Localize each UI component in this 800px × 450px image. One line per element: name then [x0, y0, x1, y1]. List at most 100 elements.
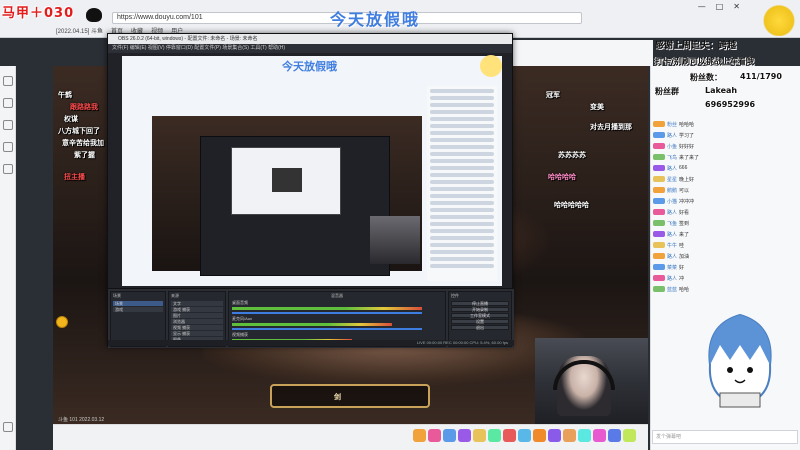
source-item[interactable]: 显示 捕获 [171, 331, 223, 336]
chat-message: 路人冲 [653, 274, 684, 282]
chat-username[interactable]: 路人 [667, 165, 677, 172]
video-info: 斗鱼 101 2022.03.12 [58, 417, 105, 423]
audio-mixer-dock: 混音器 桌面音频 麦克风/Aux 视频捕获 [228, 291, 446, 347]
mixer-channel-label: 视频捕获 [232, 332, 248, 337]
minimize-button[interactable]: — [698, 2, 706, 11]
obs-titlebar[interactable]: OBS 26.0.2 (64-bit, windows) - 配置文件: 未命名… [108, 34, 512, 44]
nested-chat-line [430, 194, 494, 198]
follow-icon[interactable] [3, 120, 13, 130]
chat-username[interactable]: 路人 [667, 209, 677, 216]
mascot-icon [480, 55, 502, 77]
chat-username[interactable]: 路人 [667, 275, 677, 282]
gift-icon[interactable] [443, 429, 456, 442]
chat-input[interactable]: 发个弹幕吧 [652, 430, 798, 444]
gift-icon[interactable] [413, 429, 426, 442]
obs-window[interactable]: OBS 26.0.2 (64-bit, windows) - 配置文件: 未命名… [107, 33, 514, 348]
gift-icon[interactable] [593, 429, 606, 442]
chat-username[interactable]: 飞鱼 [667, 220, 677, 227]
gift-icon[interactable] [473, 429, 486, 442]
chat-username[interactable]: 小猫 [667, 198, 677, 205]
gift-icon[interactable] [578, 429, 591, 442]
game-icon[interactable] [3, 164, 13, 174]
chat-text: 好 [679, 264, 685, 271]
gift-icon[interactable] [458, 429, 471, 442]
exit-button[interactable]: 退出 [451, 325, 509, 330]
obs-menubar[interactable]: 文件(F) 编辑(E) 视图(V) 停靠窗口(D) 配置文件(P) 场景集合(S… [108, 44, 512, 53]
nested-chat-line [430, 117, 494, 121]
cat-mascot-icon [86, 8, 102, 22]
group-name: Lakeah [705, 86, 738, 95]
gift-icon[interactable] [428, 429, 441, 442]
danmaku-item: 苏苏苏苏 [558, 151, 586, 159]
site-sidebar [0, 66, 16, 450]
gift-icon[interactable] [608, 429, 621, 442]
chat-username[interactable]: 路人 [667, 132, 677, 139]
source-item[interactable]: 文字 [171, 301, 223, 306]
gift-icon[interactable] [533, 429, 546, 442]
chat-username[interactable]: 牛牛 [667, 242, 677, 249]
nested-chat-line [430, 243, 494, 247]
chat-username[interactable]: 粉丝 [667, 121, 677, 128]
chat-username[interactable]: 星星 [667, 176, 677, 183]
obs-preview[interactable]: 今天放假哦 [122, 56, 502, 286]
volume-slider[interactable] [232, 312, 422, 314]
nested-chat-line [430, 180, 494, 184]
studio-mode-button[interactable]: 工作室模式 [451, 313, 509, 318]
gift-icon[interactable] [488, 429, 501, 442]
chat-username[interactable]: 小鱼 [667, 143, 677, 150]
nested-chat-line [430, 250, 494, 254]
scene-item[interactable]: 游戏 [113, 307, 163, 312]
nested-chat-line [430, 201, 494, 205]
group-label: 粉丝群 [655, 87, 679, 96]
coin-icon[interactable] [56, 316, 68, 328]
source-item[interactable]: 视频 捕获 [171, 325, 223, 330]
start-recording-button[interactable]: 开始录制 [451, 307, 509, 312]
bookmark-item[interactable]: [2022.04.15] 斗鱼 [56, 26, 103, 36]
mixer-meter [232, 323, 392, 326]
danmaku-item: 意辛苦给我加 [62, 139, 104, 147]
nested-chat-line [430, 173, 494, 177]
page-header-strip [513, 40, 653, 66]
nested-chat-line [430, 145, 494, 149]
nested-chat-line [430, 236, 494, 240]
scene-item[interactable]: 场景 [113, 301, 163, 306]
stream-title-overlay: 今天放假哦 [330, 10, 421, 29]
chat-username[interactable]: 菜菜 [667, 264, 677, 271]
fan-badge-icon [653, 220, 665, 226]
gift-icon[interactable] [503, 429, 516, 442]
category-icon[interactable] [3, 98, 13, 108]
obs-docks: 场景 场景 游戏 来源 文字 游戏 捕获 图片 浏览器 视频 捕获 显示 捕获 … [108, 288, 514, 348]
settings-button[interactable]: 设置 [451, 319, 509, 324]
chat-username[interactable]: 路人 [667, 231, 677, 238]
gift-icon[interactable] [518, 429, 531, 442]
gift-icon[interactable] [623, 429, 636, 442]
volume-slider[interactable] [232, 328, 422, 330]
chat-text: 666 [679, 165, 688, 171]
chat-username[interactable]: 飞鸟 [667, 154, 677, 161]
chat-message: 路人 好看 [653, 208, 689, 216]
chat-message: 鹅鹅 可以 [653, 186, 689, 194]
home-icon[interactable] [3, 76, 13, 86]
danmaku-item: 八方城下回了 [58, 127, 100, 135]
chat-username[interactable]: 鹅鹅 [667, 187, 677, 194]
fans-label: 粉丝数： [690, 73, 722, 82]
webcam-feed [535, 338, 648, 424]
stop-streaming-button[interactable]: 停止直播 [451, 301, 509, 306]
chat-text: 来了来了 [679, 154, 700, 161]
gift-icon[interactable] [563, 429, 576, 442]
maximize-button[interactable]: □ [716, 2, 724, 11]
source-item[interactable]: 浏览器 [171, 319, 223, 324]
source-item[interactable]: 游戏 捕获 [171, 307, 223, 312]
settings-icon[interactable] [3, 422, 13, 432]
chat-text: 冲冲冲 [679, 198, 695, 205]
fan-badge-icon [653, 176, 665, 182]
nested-chat-line [430, 124, 494, 128]
chat-username[interactable]: 路人 [667, 253, 677, 260]
chat-username[interactable]: 蓝蓝 [667, 286, 677, 293]
gift-icon[interactable] [548, 429, 561, 442]
video-icon[interactable] [3, 142, 13, 152]
source-item[interactable]: 图片 [171, 313, 223, 318]
close-button[interactable]: ✕ [733, 2, 740, 11]
controls-dock: 控件 停止直播 开始录制 工作室模式 设置 退出 [448, 291, 512, 347]
nested-chat-line [430, 257, 494, 261]
